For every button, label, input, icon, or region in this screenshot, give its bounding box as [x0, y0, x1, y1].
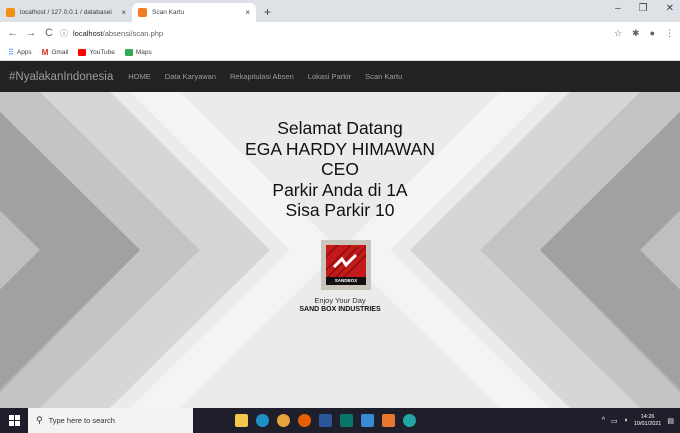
employee-position: CEO: [321, 159, 359, 179]
site-brand[interactable]: #NyalakanIndonesia: [9, 71, 113, 83]
logo-label: SANDBOX: [326, 277, 366, 285]
close-window-button[interactable]: ✕: [666, 3, 674, 14]
employee-name: EGA HARDY HIMAWAN: [245, 138, 435, 159]
apps-grid-icon: ⠿: [8, 47, 14, 57]
nav-rekapitulasi-absen[interactable]: Rekapitulasi Absen: [230, 72, 294, 81]
firefox-icon[interactable]: [298, 414, 311, 427]
windows-taskbar: ⚲ Type here to search ^ ▭ ◖ 14:26 10/01/…: [0, 408, 680, 433]
sandbox-logo: SANDBOX: [321, 240, 371, 290]
search-placeholder: Type here to search: [48, 416, 115, 425]
nav-scan-kartu[interactable]: Scan Kartu: [365, 72, 402, 81]
nav-data-karyawan[interactable]: Data Karyawan: [165, 72, 216, 81]
reload-icon[interactable]: C: [42, 27, 56, 39]
minimize-button[interactable]: –: [615, 3, 621, 14]
tab-title: localhost / 127.0.0.1 / databasei: [20, 9, 112, 16]
notification-icon[interactable]: ▤: [667, 417, 674, 425]
forward-icon[interactable]: →: [24, 27, 38, 39]
chrome-icon[interactable]: [277, 414, 290, 427]
bookmark-label: YouTube: [89, 48, 115, 56]
close-icon[interactable]: ×: [121, 8, 126, 17]
gmail-icon: M: [41, 47, 49, 57]
profile-icon[interactable]: ●: [650, 28, 655, 39]
nav-lokasi-parkir[interactable]: Lokasi Parkir: [308, 72, 351, 81]
maps-icon: [124, 48, 133, 56]
word-icon[interactable]: [319, 414, 332, 427]
url-host: localhost: [73, 28, 103, 38]
app-teal-icon[interactable]: [403, 414, 416, 427]
clock[interactable]: 14:26 10/01/2021: [634, 414, 662, 428]
logo-stripes: [326, 245, 366, 277]
bookmark-label: Maps: [135, 48, 152, 56]
bookmark-apps[interactable]: ⠿ Apps: [8, 48, 32, 57]
bookmarks-bar: ⠿ Apps M Gmail YouTube Maps: [0, 44, 680, 61]
phpmyadmin-icon: [6, 8, 15, 17]
pinned-apps: [235, 414, 416, 427]
volume-icon[interactable]: ◖: [624, 417, 628, 424]
close-icon[interactable]: ×: [245, 8, 250, 17]
browser-actions: ☆ ✱ ● ⋮: [614, 28, 674, 39]
file-explorer-icon[interactable]: [235, 414, 248, 427]
site-navbar: #NyalakanIndonesia HOME Data Karyawan Re…: [0, 61, 680, 92]
system-tray: ^ ▭ ◖ 14:26 10/01/2021 ▤: [602, 408, 674, 433]
extensions-icon[interactable]: ✱: [632, 28, 640, 39]
chevron-up-icon[interactable]: ^: [602, 417, 605, 424]
page-icon: [138, 8, 147, 17]
app-blue-icon[interactable]: [361, 414, 374, 427]
maximize-button[interactable]: ❐: [639, 3, 648, 14]
bookmark-youtube[interactable]: YouTube: [78, 48, 115, 56]
bookmark-maps[interactable]: Maps: [124, 48, 152, 56]
app-orange-icon[interactable]: [382, 414, 395, 427]
tab-phpmyadmin[interactable]: localhost / 127.0.0.1 / databasei ×: [0, 3, 132, 22]
new-tab-button[interactable]: +: [264, 5, 271, 19]
bookmark-label: Apps: [16, 48, 32, 56]
tab-scan-kartu[interactable]: Scan Kartu ×: [132, 3, 256, 22]
info-icon[interactable]: ⓘ: [60, 28, 68, 39]
address-bar[interactable]: ⓘ localhost /absensi/scan.php: [60, 25, 614, 41]
start-button[interactable]: [0, 408, 28, 433]
bookmark-gmail[interactable]: M Gmail: [42, 48, 69, 57]
clock-date: 10/01/2021: [633, 420, 662, 427]
url-path: /absensi/scan.php: [102, 28, 164, 38]
back-icon[interactable]: ←: [6, 27, 20, 39]
star-icon[interactable]: ☆: [614, 28, 622, 39]
tagline: Enjoy Your Day: [314, 296, 366, 305]
scan-result-panel: Selamat Datang EGA HARDY HIMAWAN CEO Par…: [0, 92, 680, 408]
clock-time: 14:26: [640, 413, 655, 420]
edge-icon[interactable]: [256, 414, 269, 427]
windows-icon: [8, 415, 20, 426]
menu-icon[interactable]: ⋮: [665, 28, 674, 39]
parking-remaining: Sisa Parkir 10: [285, 200, 395, 220]
taskbar-search[interactable]: ⚲ Type here to search: [28, 408, 193, 433]
youtube-icon: [78, 48, 87, 56]
welcome-greeting: Selamat Datang: [277, 118, 403, 138]
nav-home[interactable]: HOME: [128, 72, 151, 81]
company-name: SAND BOX INDUSTRIES: [299, 306, 381, 313]
network-icon[interactable]: ▭: [611, 417, 618, 425]
window-controls: – ❐ ✕: [615, 3, 674, 14]
browser-toolbar: ← → C ⓘ localhost /absensi/scan.php ☆ ✱ …: [0, 22, 680, 44]
search-icon: ⚲: [36, 415, 43, 425]
tab-title: Scan Kartu: [152, 9, 185, 16]
browser-tab-strip: localhost / 127.0.0.1 / databasei × Scan…: [0, 0, 680, 22]
bookmark-label: Gmail: [51, 48, 69, 56]
publisher-icon[interactable]: [340, 414, 353, 427]
welcome-block: Selamat Datang EGA HARDY HIMAWAN CEO Par…: [0, 118, 680, 221]
parking-location: Parkir Anda di 1A: [272, 179, 408, 200]
